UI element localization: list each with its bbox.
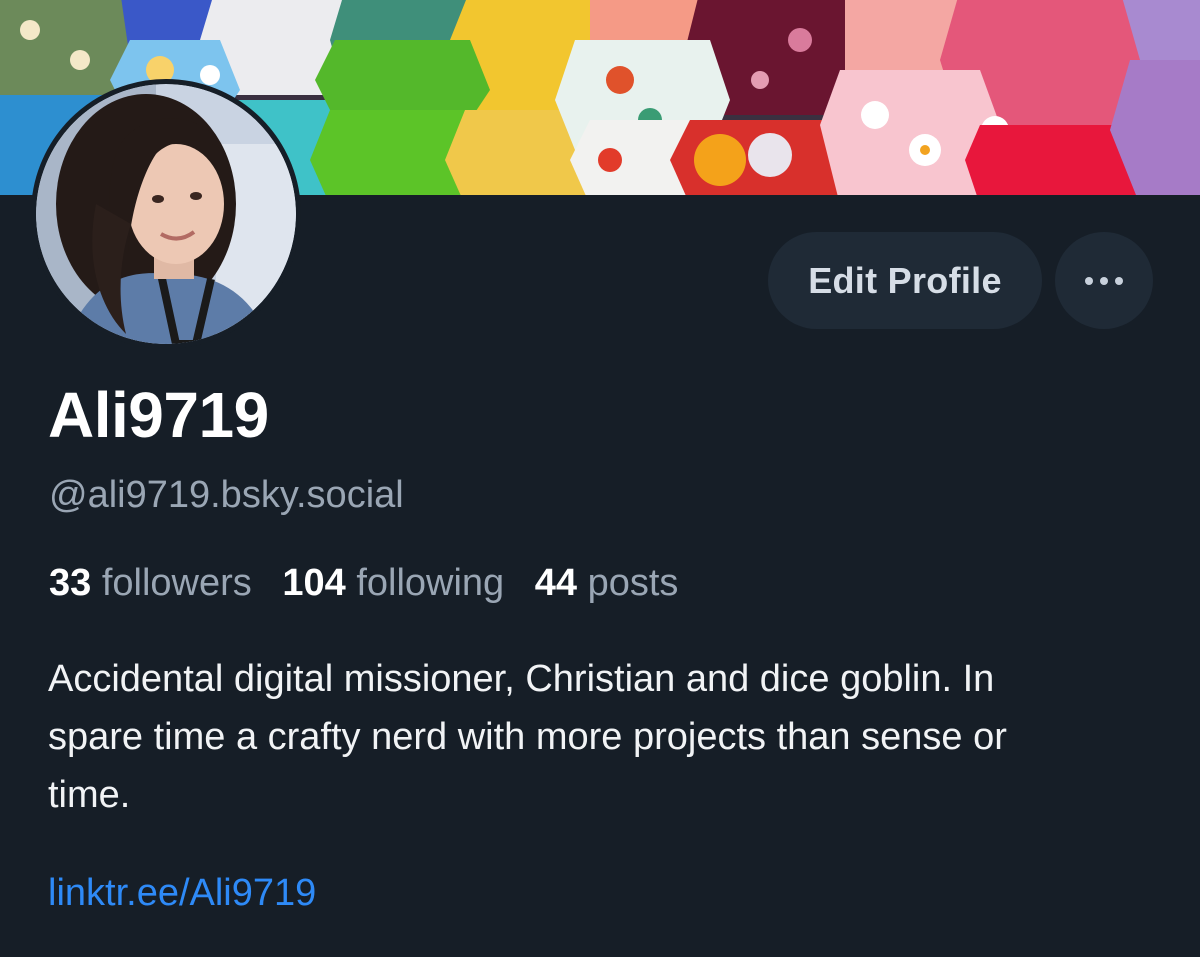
followers-count: 33 — [49, 562, 92, 604]
avatar[interactable] — [31, 79, 301, 349]
ellipsis-icon — [1085, 276, 1123, 285]
following-stat[interactable]: 104 following — [282, 562, 504, 604]
profile-stats: 33 followers 104 following 44 posts — [49, 562, 698, 605]
followers-label: followers — [101, 562, 252, 604]
profile-bio: Accidental digital missioner, Christian … — [48, 658, 1007, 816]
profile-handle: @ali9719.bsky.social — [49, 474, 404, 516]
avatar-photo — [36, 84, 296, 344]
following-label: following — [356, 562, 505, 604]
profile-link[interactable]: linktr.ee/Ali9719 — [48, 872, 316, 915]
posts-label: posts — [587, 562, 679, 604]
edit-profile-label: Edit Profile — [808, 259, 1002, 301]
posts-stat: 44 posts — [535, 562, 679, 604]
followers-stat[interactable]: 33 followers — [49, 562, 252, 604]
following-count: 104 — [282, 562, 346, 604]
display-name: Ali9719 — [48, 379, 269, 451]
more-options-button[interactable] — [1055, 232, 1153, 329]
edit-profile-button[interactable]: Edit Profile — [768, 232, 1042, 329]
posts-count: 44 — [534, 562, 578, 604]
